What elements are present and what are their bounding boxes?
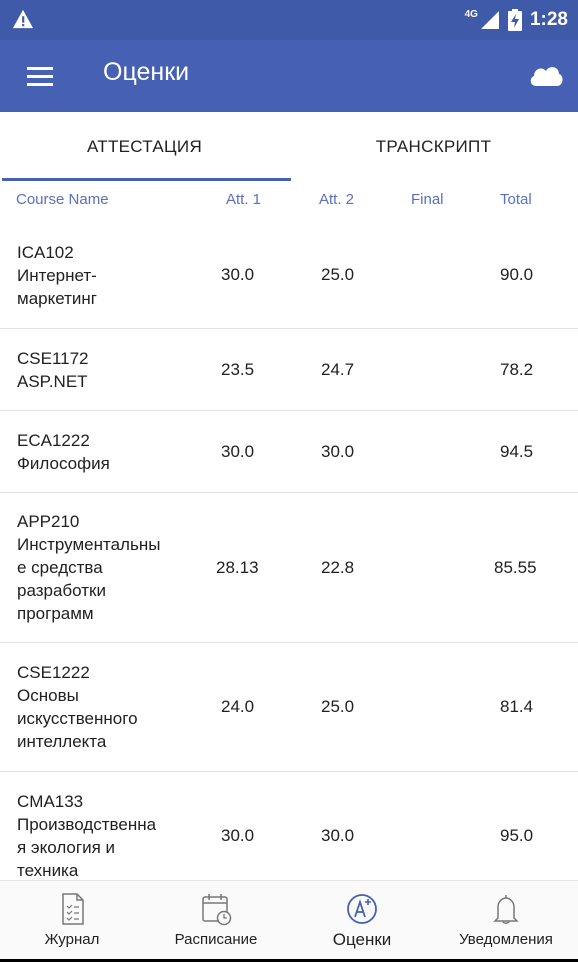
signal-icon [480, 11, 499, 29]
course-name-line: ASP.NET [17, 371, 88, 391]
total-value: 95.0 [500, 826, 534, 845]
course-cell: ECA1222 Философия [0, 429, 197, 475]
grade-a-plus-icon [347, 894, 377, 924]
att2-value: 22.8 [321, 557, 355, 577]
nav-schedule[interactable]: Расписание [144, 881, 288, 960]
network-type: 4G [464, 8, 478, 20]
nav-label: Журнал [44, 931, 100, 948]
cloud-icon[interactable] [528, 60, 564, 90]
table-row[interactable]: APP210 Инструментальны е средства разраб… [0, 493, 578, 643]
tab-indicator [2, 178, 291, 181]
course-cell: CSE1172 ASP.NET [0, 347, 197, 393]
col-course-name: Course Name [16, 191, 109, 208]
journal-icon [62, 893, 84, 925]
warning-icon [12, 9, 34, 29]
course-name-line: Инструментальны [17, 535, 161, 554]
table-row[interactable]: CMA133 Производственна я экология и техн… [0, 772, 578, 880]
course-name-line: искусственного [17, 709, 138, 728]
total-value: 90.0 [500, 265, 534, 284]
total-value: 85.55 [494, 557, 537, 577]
nav-grades[interactable]: Оценки [290, 881, 434, 960]
status-time: 1:28 [529, 9, 568, 30]
battery-charging-icon [507, 9, 522, 31]
nav-label: Уведомления [459, 931, 553, 948]
course-name-line: техника [17, 861, 79, 880]
att2-value: 30.0 [321, 441, 355, 461]
grades-table: ICA102 Интернет- маркетинг 30.0 25.0 90.… [0, 222, 578, 880]
course-name-line: программ [17, 604, 94, 623]
status-indicators: 4G 1:28 [465, 6, 568, 34]
course-cell: APP210 Инструментальны е средства разраб… [0, 510, 197, 625]
att2-value: 25.0 [321, 697, 355, 716]
table-header: Course Name Att. 1 Att. 2 Final Total [0, 182, 578, 218]
table-row[interactable]: ECA1222 Философия 30.0 30.0 94.5 [0, 411, 578, 493]
course-name-line: Философия [17, 453, 110, 473]
nav-label: Оценки [332, 930, 392, 949]
menu-icon[interactable] [24, 60, 56, 92]
att2-value: 25.0 [321, 265, 355, 284]
course-name-line: маркетинг [17, 288, 97, 308]
bottom-nav: Журнал Расписание Оценки Уведомления [0, 880, 578, 960]
nav-label: Расписание [174, 931, 258, 948]
att1-value: 30.0 [221, 826, 255, 845]
course-name-line: разработки [17, 581, 106, 600]
att1-value: 28.13 [216, 557, 259, 577]
att1-value: 23.5 [221, 359, 255, 379]
att2-value: 30.0 [321, 826, 355, 845]
col-total: Total [500, 191, 532, 208]
course-code: CSE1222 [17, 663, 90, 682]
course-name-line: Интернет- [17, 265, 97, 285]
total-value: 78.2 [500, 359, 534, 379]
course-name-line: интеллекта [17, 732, 107, 751]
total-value: 81.4 [500, 697, 534, 716]
table-row[interactable]: CSE1172 ASP.NET 23.5 24.7 78.2 [0, 329, 578, 411]
course-code: CMA133 [17, 792, 84, 811]
att1-value: 30.0 [221, 265, 255, 284]
att2-value: 24.7 [321, 359, 355, 379]
table-row[interactable]: ICA102 Интернет- маркетинг 30.0 25.0 90.… [0, 222, 578, 329]
course-code: ICA102 [17, 242, 74, 262]
tab-attestation[interactable]: АТТЕСТАЦИЯ [0, 112, 289, 182]
course-cell: CSE1222 Основы искусственного интеллекта [0, 661, 197, 753]
tab-bar: АТТЕСТАЦИЯ ТРАНСКРИПТ [0, 112, 578, 182]
att1-value: 30.0 [221, 441, 255, 461]
status-bar: 4G 1:28 [0, 0, 578, 40]
course-cell: CMA133 Производственна я экология и техн… [0, 790, 197, 880]
nav-journal[interactable]: Журнал [0, 881, 144, 960]
tab-transcript[interactable]: ТРАНСКРИПТ [289, 112, 578, 182]
course-cell: ICA102 Интернет- маркетинг [0, 241, 197, 310]
bell-icon [493, 895, 519, 924]
course-code: ECA1222 [17, 430, 90, 450]
col-final: Final [411, 191, 444, 208]
calendar-clock-icon [202, 894, 232, 926]
total-value: 94.5 [500, 441, 534, 461]
att1-value: 24.0 [221, 697, 255, 716]
course-name-line: Производственна [17, 815, 157, 834]
course-name-line: е средства [17, 558, 103, 577]
table-row[interactable]: CSE1222 Основы искусственного интеллекта… [0, 643, 578, 772]
nav-notifications[interactable]: Уведомления [434, 881, 578, 960]
col-att2: Att. 2 [319, 191, 355, 208]
course-name-line: Основы [17, 686, 79, 705]
course-name-line: я экология и [17, 838, 115, 857]
course-code: APP210 [17, 512, 80, 531]
page-title: Оценки [103, 58, 190, 86]
col-att1: Att. 1 [226, 191, 262, 208]
course-code: CSE1172 [17, 348, 89, 368]
app-bar: Оценки [0, 40, 578, 112]
